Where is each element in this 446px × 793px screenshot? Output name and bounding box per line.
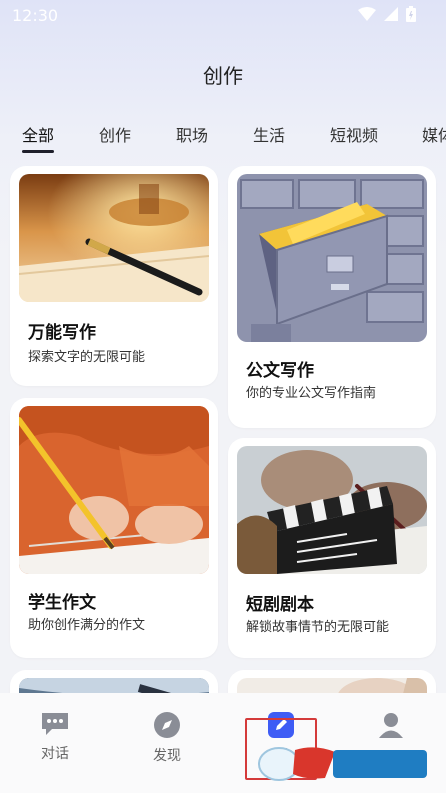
battery-icon (406, 6, 416, 22)
card-student-essay[interactable]: 学生作文 助你创作满分的作文 (10, 398, 218, 658)
card-description: 你的专业公文写作指南 (246, 386, 377, 401)
card-title: 学生作文 (28, 593, 96, 613)
card-title: 万能写作 (28, 323, 96, 343)
chat-icon (42, 713, 68, 735)
tab-workplace[interactable]: 职场 (176, 122, 208, 146)
card-universal-writing[interactable]: 万能写作 探索文字的无限可能 (10, 166, 218, 386)
card-title: 短剧剧本 (246, 595, 314, 615)
status-bar: 12:30 (0, 0, 446, 30)
tab-life[interactable]: 生活 (253, 122, 285, 146)
card-description: 助你创作满分的作文 (28, 618, 146, 633)
card-image-hand-writing (19, 406, 209, 574)
compass-icon (154, 712, 180, 738)
status-time: 12:30 (12, 6, 59, 25)
nav-discover[interactable]: 发现 (132, 711, 202, 765)
nav-chat[interactable]: 对话 (20, 711, 90, 763)
card-short-drama-script[interactable]: 短剧剧本 解锁故事情节的无限可能 (228, 438, 436, 658)
nav-chat-label: 对话 (41, 746, 69, 762)
card-image-clapperboard (237, 446, 427, 574)
user-icon (379, 713, 403, 738)
watermark-logo (258, 747, 427, 781)
nav-profile[interactable] (356, 711, 426, 739)
card-image-file-cabinet (237, 174, 427, 342)
tab-creation[interactable]: 创作 (99, 122, 131, 146)
card-official-writing[interactable]: 公文写作 你的专业公文写作指南 (228, 166, 436, 428)
status-icons (358, 6, 416, 22)
active-tab-indicator (22, 150, 54, 153)
card-title: 公文写作 (246, 361, 314, 381)
signal-icon (384, 7, 398, 21)
tab-short-video[interactable]: 短视频 (330, 122, 378, 146)
tab-all[interactable]: 全部 (22, 122, 54, 146)
card-description: 探索文字的无限可能 (28, 350, 146, 365)
nav-discover-label: 发现 (153, 748, 181, 764)
card-description: 解锁故事情节的无限可能 (246, 620, 390, 635)
category-tabs: 全部 创作 职场 生活 短视频 媒体 (0, 122, 446, 154)
tab-media[interactable]: 媒体 (422, 122, 446, 146)
wifi-icon (358, 7, 376, 21)
page-title: 创作 (203, 64, 243, 88)
card-image-fountain-pen (19, 174, 209, 302)
